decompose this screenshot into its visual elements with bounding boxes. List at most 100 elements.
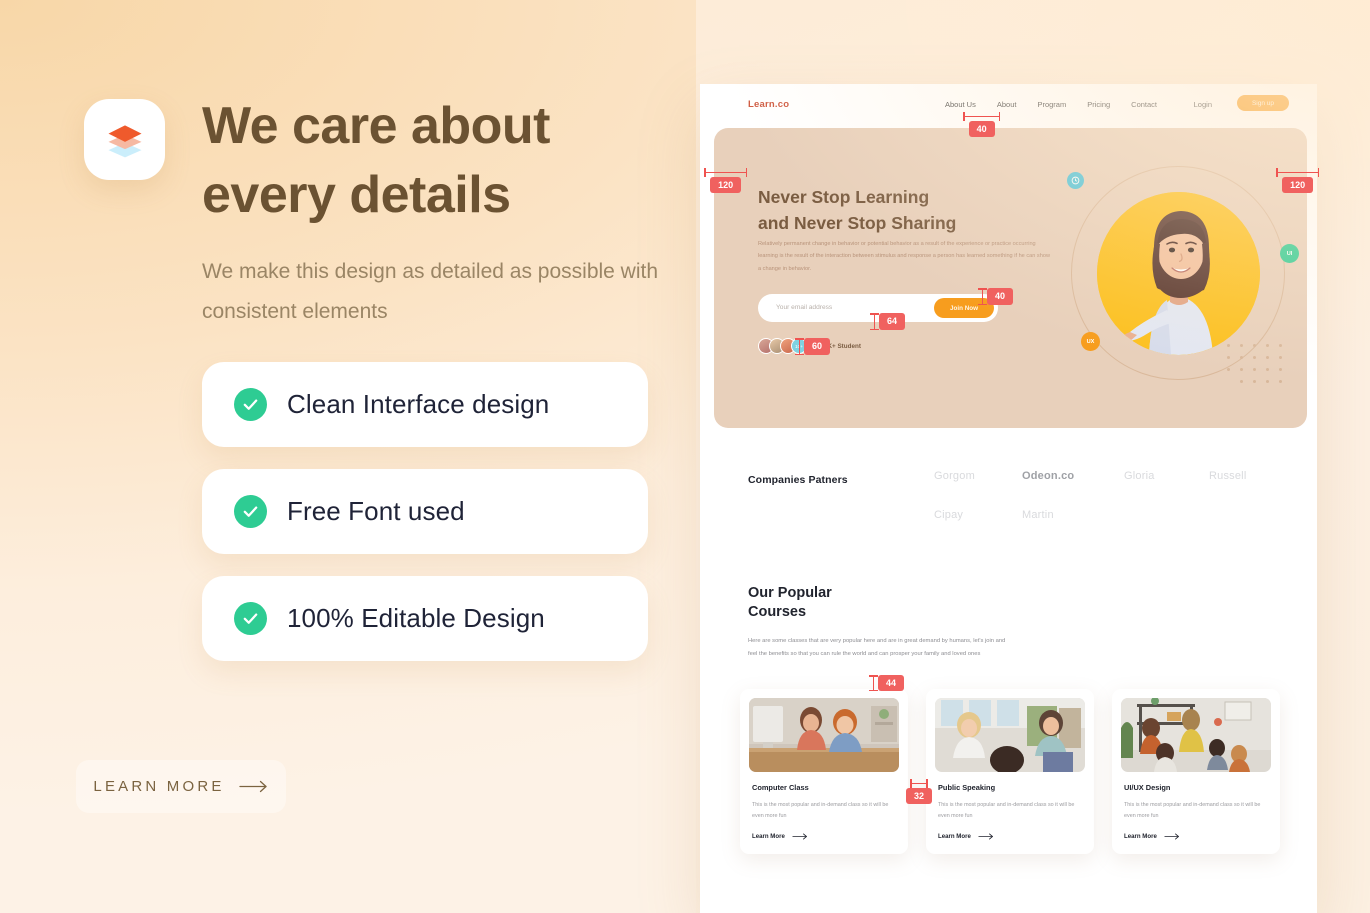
courses-title: Our Popular Courses: [748, 584, 1068, 622]
course-card-public-speaking[interactable]: Public Speaking This is the most popular…: [926, 689, 1094, 855]
check-circle-icon: [234, 388, 267, 421]
course-card-computer-class[interactable]: Computer Class This is the most popular …: [740, 689, 908, 855]
annotation-ruler-horizontal: [704, 168, 748, 177]
course-card-list: Computer Class This is the most popular …: [740, 689, 1280, 855]
annotation-form-height: 64: [870, 313, 906, 331]
annotation-value: 40: [987, 288, 1014, 305]
annotation-value: 40: [968, 121, 995, 138]
annotation-cards-top-gap: 44: [869, 675, 905, 692]
course-title: Computer Class: [752, 783, 809, 792]
hero-title: Never Stop Learning and Never Stop Shari…: [758, 185, 1058, 236]
annotation-hero-right-padding: 120: [1276, 168, 1320, 194]
hero-person-photo: [1097, 192, 1260, 355]
arrow-right-icon: [978, 833, 993, 840]
course-description: This is the most popular and in-demand c…: [938, 802, 1075, 820]
annotation-value: 32: [906, 788, 933, 805]
poster-stage: We care about every details We make this…: [0, 0, 1370, 913]
annotation-ruler-vertical: [978, 288, 987, 306]
annotation-value: 120: [710, 177, 742, 194]
annotation-ruler-vertical: [870, 313, 879, 331]
layers-icon: [84, 99, 165, 180]
nav-link-pricing[interactable]: Pricing: [1087, 100, 1110, 109]
nav-link-about[interactable]: About: [997, 100, 1017, 109]
computer-class-photo: [749, 698, 899, 772]
annotation-value: 44: [878, 675, 905, 692]
subheadline: We make this design as detailed as possi…: [202, 260, 659, 324]
join-now-label: Join Now: [950, 304, 978, 312]
course-thumbnail: [935, 698, 1085, 772]
hero-visual: UI UX: [1057, 140, 1299, 420]
check-glyph: [243, 613, 258, 624]
annotation-students-gap: 60: [795, 338, 831, 356]
annotation-ruler-vertical: [795, 338, 804, 356]
clock-badge: [1067, 172, 1084, 189]
clock-icon: [1071, 176, 1080, 185]
arrow-right-glyph: [238, 780, 267, 793]
popular-courses-header: Our Popular Courses Here are some classe…: [748, 584, 1068, 661]
hero-photo-circle: [1097, 192, 1260, 355]
layers-icon-glyph: [108, 124, 141, 157]
arrow-right-icon: [792, 833, 807, 840]
course-card-ui-ux-design[interactable]: UI/UX Design This is the most popular an…: [1112, 689, 1280, 855]
feature-item-free-font[interactable]: Free Font used: [202, 469, 648, 554]
hero-paragraph: Relatively permanent change in behavior …: [758, 241, 1050, 272]
feature-list: Clean Interface design Free Font used 10…: [202, 362, 648, 683]
mockup-brand-logo[interactable]: Learn.co: [748, 99, 789, 110]
course-learn-more-link[interactable]: Learn More: [752, 833, 899, 840]
course-title: UI/UX Design: [1124, 783, 1171, 792]
learn-more-label: LEARN MORE: [93, 778, 225, 795]
hero-title-line-1: Never Stop Learning: [758, 187, 930, 207]
check-glyph: [243, 399, 258, 410]
headline-line-2: every details: [202, 166, 511, 225]
annotation-ruler-horizontal: [1276, 168, 1320, 177]
feature-label: Free Font used: [287, 496, 465, 526]
hero-title-line-2: and Never Stop Sharing: [758, 212, 957, 233]
nav-link-about-us[interactable]: About Us: [945, 100, 976, 109]
arrow-right-icon: [1164, 833, 1179, 840]
annotation-nav-gap: 40: [963, 112, 1001, 138]
companies-partners-section: Companies Patners Gorgom Odeon.co Gloria…: [748, 470, 1288, 521]
left-promo-panel: We care about every details We make this…: [0, 0, 696, 913]
public-speaking-photo: [935, 698, 1085, 772]
course-title: Public Speaking: [938, 783, 996, 792]
course-learn-more-link[interactable]: Learn More: [1124, 833, 1271, 840]
annotation-ruler-horizontal: [910, 779, 928, 788]
mockup-hero-section: Never Stop Learning and Never Stop Shari…: [714, 128, 1307, 428]
nav-link-contact[interactable]: Contact: [1131, 100, 1157, 109]
annotation-value: 60: [804, 338, 831, 355]
partner-logo-gloria: Gloria: [1124, 470, 1155, 482]
annotation-ruler-vertical: [869, 675, 878, 692]
feature-item-editable-design[interactable]: 100% Editable Design: [202, 576, 648, 661]
annotation-hero-left-padding: 120: [704, 168, 748, 194]
partner-logo-cipay: Cipay: [934, 509, 964, 521]
partners-title: Companies Patners: [748, 474, 848, 486]
arrow-right-icon: [238, 780, 269, 793]
course-learn-more-link[interactable]: Learn More: [938, 833, 1085, 840]
signup-label: Sign up: [1251, 99, 1275, 107]
annotation-cards-gap: 32: [906, 779, 933, 805]
annotation-ruler-horizontal: [963, 112, 1001, 121]
ui-badge: UI: [1280, 244, 1299, 263]
feature-item-clean-interface[interactable]: Clean Interface design: [202, 362, 648, 447]
check-glyph: [243, 506, 258, 517]
learn-more-button[interactable]: LEARN MORE: [76, 760, 286, 813]
course-description: This is the most popular and in-demand c…: [1124, 802, 1261, 820]
annotation-value: 64: [879, 313, 906, 330]
course-learn-more-label: Learn More: [938, 833, 971, 841]
nav-link-program[interactable]: Program: [1037, 100, 1066, 109]
course-learn-more-label: Learn More: [1124, 833, 1157, 841]
course-thumbnail: [1121, 698, 1271, 772]
website-mockup: Learn.co About Us About Program Pricing …: [700, 84, 1317, 913]
mockup-nav-links: About Us About Program Pricing Contact: [945, 100, 1157, 109]
ux-badge: UX: [1081, 332, 1100, 351]
email-input[interactable]: Your email address: [776, 304, 832, 311]
feature-label: Clean Interface design: [287, 389, 550, 419]
partner-logo-russell: Russell: [1209, 470, 1247, 482]
decorative-dot-grid: [1227, 344, 1283, 392]
course-thumbnail: [749, 698, 899, 772]
signup-button[interactable]: Sign up: [1237, 95, 1289, 111]
partner-logo-odeon: Odeon.co: [1022, 470, 1075, 482]
course-description: This is the most popular and in-demand c…: [752, 802, 889, 820]
courses-paragraph: Here are some classes that are very popu…: [748, 638, 1006, 658]
login-link[interactable]: Login: [1194, 100, 1212, 109]
